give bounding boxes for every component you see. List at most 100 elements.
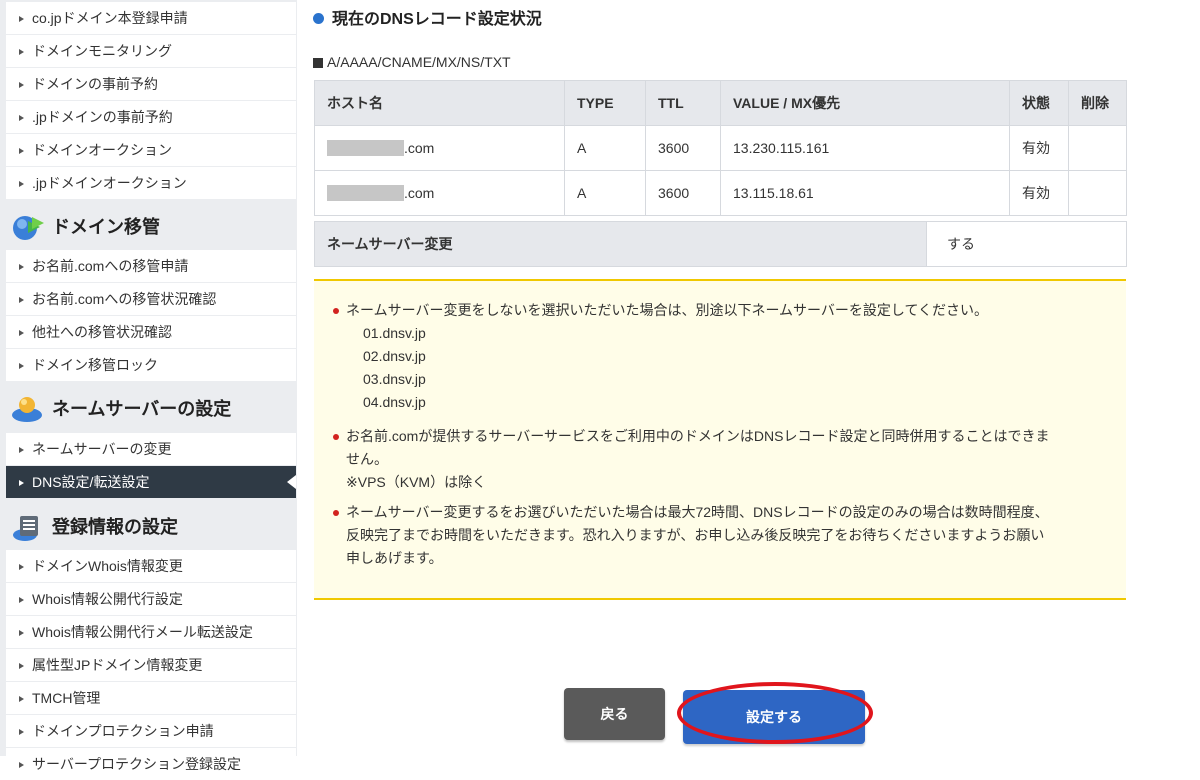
section-registration-info: 登録情報の設定	[6, 504, 296, 550]
triangle-icon	[19, 597, 24, 603]
section-domain-transfer: ドメイン移管	[6, 204, 296, 250]
triangle-icon	[19, 264, 24, 270]
section-title: ネームサーバーの設定	[52, 399, 232, 419]
nameserver-list: 01.dnsv.jp 02.dnsv.jp 03.dnsv.jp 04.dnsv…	[333, 322, 1113, 414]
sidebar-item-label: ドメインWhois情報変更	[32, 558, 183, 574]
triangle-icon	[19, 696, 24, 702]
sidebar-item-domain-auction[interactable]: ドメインオークション	[6, 134, 296, 166]
value-cell: 13.230.115.161	[720, 125, 1010, 171]
sidebar-item-label: サーバープロテクション登録設定	[32, 756, 242, 772]
ttl-cell: 3600	[645, 170, 721, 216]
triangle-icon	[19, 447, 24, 453]
sidebar-item-label: ドメインプロテクション申請	[32, 723, 214, 739]
bullet-dot-icon	[313, 13, 324, 24]
col-host: ホスト名	[314, 80, 565, 126]
col-type: TYPE	[564, 80, 646, 126]
submit-button[interactable]: 設定する	[683, 690, 865, 744]
host-cell: .com	[314, 170, 565, 216]
host-suffix: .com	[404, 185, 435, 201]
transfer-icon	[13, 216, 44, 240]
notice-text: せん。	[346, 451, 388, 467]
nameserver-entry: 04.dnsv.jp	[363, 394, 426, 410]
col-value: VALUE / MX優先	[720, 80, 1010, 126]
page-title-text: 現在のDNSレコード設定状況	[332, 11, 542, 28]
triangle-icon	[19, 49, 24, 55]
triangle-icon	[19, 564, 24, 570]
status-cell: 有効	[1009, 170, 1069, 216]
sidebar-item-domain-monitoring[interactable]: ドメインモニタリング	[6, 35, 296, 67]
redacted-block	[327, 185, 404, 201]
sidebar-item-cojp-register[interactable]: co.jpドメイン本登録申請	[6, 2, 296, 34]
sidebar-item-label: Whois情報公開代行メール転送設定	[32, 624, 253, 640]
sidebar-item-jp-reservation[interactable]: .jpドメインの事前予約	[6, 101, 296, 133]
sidebar-item-whois-privacy[interactable]: Whois情報公開代行設定	[6, 583, 296, 615]
main-content: 現在のDNSレコード設定状況 A/AAAA/CNAME/MX/NS/TXT ホス…	[313, 0, 1127, 756]
status-cell: 有効	[1009, 125, 1069, 171]
sidebar-item-label: ドメインモニタリング	[32, 43, 172, 59]
sidebar-item-label: .jpドメインの事前予約	[32, 109, 173, 125]
triangle-icon	[19, 181, 24, 187]
sidebar-item-jp-attribute[interactable]: 属性型JPドメイン情報変更	[6, 649, 296, 681]
triangle-icon	[19, 330, 24, 336]
sidebar-item-tmch[interactable]: TMCH管理	[6, 682, 296, 714]
notice-item: お名前.comが提供するサーバーサービスをご利用中のドメインはDNSレコード設定…	[333, 425, 1113, 494]
sidebar-item-transfer-status[interactable]: お名前.comへの移管状況確認	[6, 283, 296, 315]
red-bullet-icon	[333, 308, 339, 314]
active-notch	[287, 475, 296, 489]
square-bullet-icon	[313, 58, 323, 68]
nameserver-icon	[12, 397, 42, 422]
sidebar-item-nameserver-change[interactable]: ネームサーバーの変更	[6, 433, 296, 465]
sidebar-item-transfer-apply[interactable]: お名前.comへの移管申請	[6, 250, 296, 282]
sidebar-item-label: DNS設定/転送設定	[32, 474, 150, 490]
triangle-icon	[19, 148, 24, 154]
sidebar-item-dns-settings[interactable]: DNS設定/転送設定	[6, 466, 296, 498]
sidebar-item-label: Whois情報公開代行設定	[32, 591, 183, 607]
sidebar-item-label: TMCH管理	[32, 690, 101, 706]
host-suffix: .com	[404, 140, 435, 156]
sidebar: co.jpドメイン本登録申請 ドメインモニタリング ドメインの事前予約 .jpド…	[0, 0, 297, 780]
triangle-icon	[19, 115, 24, 121]
section-nameserver-settings: ネームサーバーの設定	[6, 386, 296, 432]
sidebar-item-label: 他社への移管状況確認	[32, 324, 172, 340]
red-bullet-icon	[333, 434, 339, 440]
col-ttl: TTL	[645, 80, 721, 126]
table-header-row: ホスト名 TYPE TTL VALUE / MX優先 状態 削除	[314, 80, 1127, 126]
sidebar-item-other-transfer-status[interactable]: 他社への移管状況確認	[6, 316, 296, 348]
delete-cell	[1068, 125, 1127, 171]
notice-text: 申しあげます。	[346, 550, 443, 566]
notice-box: ネームサーバー変更をしないを選択いただいた場合は、別途以下ネームサーバーを設定し…	[314, 279, 1126, 600]
sidebar-item-domain-protection[interactable]: ドメインプロテクション申請	[6, 715, 296, 747]
type-cell: A	[564, 170, 646, 216]
triangle-icon	[19, 762, 24, 768]
sidebar-item-jp-auction[interactable]: .jpドメインオークション	[6, 167, 296, 199]
section-title: ドメイン移管	[52, 217, 160, 237]
sidebar-item-label: .jpドメインオークション	[32, 175, 187, 191]
registration-icon	[13, 516, 38, 541]
table-row: .com A 3600 13.230.115.161 有効	[314, 125, 1127, 171]
sidebar-item-whois-change[interactable]: ドメインWhois情報変更	[6, 550, 296, 582]
sidebar-item-label: お名前.comへの移管状況確認	[32, 291, 217, 307]
nameserver-change-label: ネームサーバー変更	[314, 221, 927, 267]
triangle-icon	[19, 663, 24, 669]
notice-item: ネームサーバー変更をしないを選択いただいた場合は、別途以下ネームサーバーを設定し…	[333, 299, 1113, 414]
sidebar-item-label: ドメイン移管ロック	[32, 357, 158, 373]
back-button[interactable]: 戻る	[564, 688, 665, 740]
notice-text: お名前.comが提供するサーバーサービスをご利用中のドメインはDNSレコード設定…	[346, 428, 1050, 444]
redacted-block	[327, 140, 404, 156]
nameserver-change-value: する	[926, 221, 1127, 267]
notice-note: ※VPS（KVM）は除く	[346, 474, 487, 490]
sidebar-item-server-protection[interactable]: サーバープロテクション登録設定	[6, 748, 296, 780]
sidebar-item-transfer-lock[interactable]: ドメイン移管ロック	[6, 349, 296, 381]
ttl-cell: 3600	[645, 125, 721, 171]
dns-record-table: ホスト名 TYPE TTL VALUE / MX優先 状態 削除 .com A …	[314, 80, 1127, 216]
sidebar-item-label: ネームサーバーの変更	[32, 441, 172, 457]
notice-text: 反映完了までお時間をいただきます。恐れ入りますが、お申し込み後反映完了をお待ちく…	[346, 527, 1045, 543]
triangle-icon	[19, 297, 24, 303]
page-title: 現在のDNSレコード設定状況	[313, 7, 542, 33]
sidebar-item-label: 属性型JPドメイン情報変更	[32, 657, 203, 673]
sidebar-item-domain-reservation[interactable]: ドメインの事前予約	[6, 68, 296, 100]
sidebar-item-whois-mail-forward[interactable]: Whois情報公開代行メール転送設定	[6, 616, 296, 648]
value-cell: 13.115.18.61	[720, 170, 1010, 216]
type-cell: A	[564, 125, 646, 171]
record-types-text: A/AAAA/CNAME/MX/NS/TXT	[327, 54, 511, 70]
